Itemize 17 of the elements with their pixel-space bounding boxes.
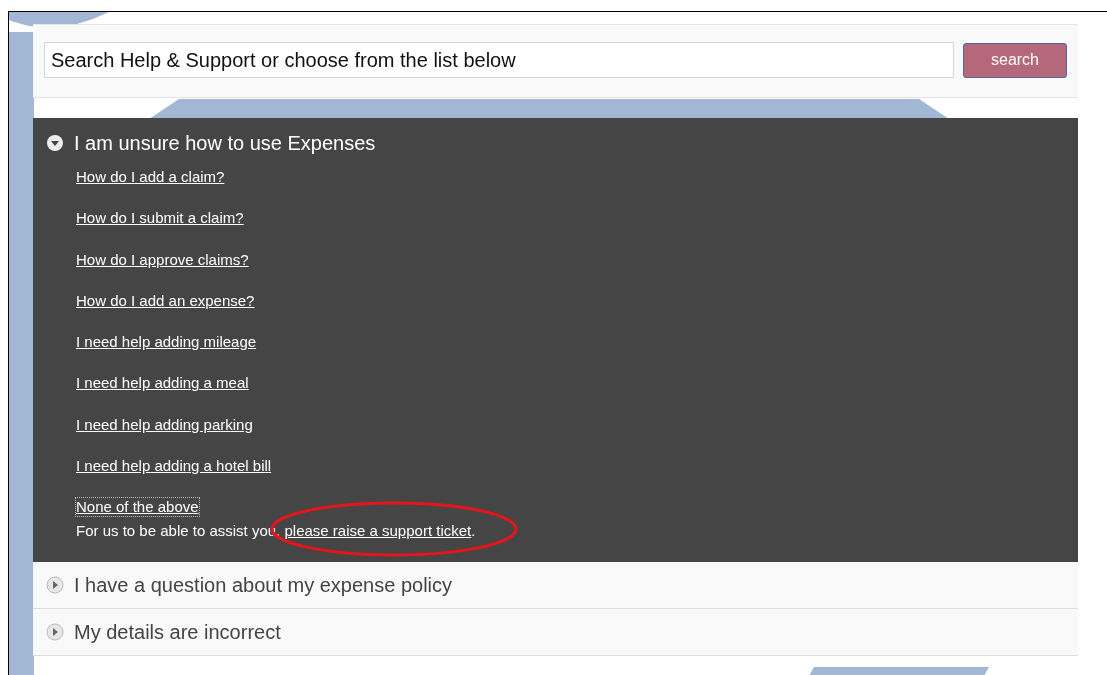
help-link[interactable]: I need help adding a meal: [76, 374, 249, 393]
collapse-icon[interactable]: [46, 134, 64, 152]
help-link[interactable]: I need help adding a hotel bill: [76, 457, 272, 476]
help-link[interactable]: How do I add an expense?: [76, 291, 255, 310]
help-link[interactable]: How do I submit a claim?: [76, 209, 244, 228]
search-field[interactable]: Search Help & Support or choose from the list below: [44, 42, 954, 78]
help-link[interactable]: How do I add a claim?: [76, 168, 225, 186]
help-link[interactable]: I need help adding parking: [76, 415, 253, 434]
section-title[interactable]: I have a question about my expense policy: [74, 573, 453, 597]
search-button[interactable]: search: [963, 42, 1067, 78]
expand-icon[interactable]: [46, 623, 64, 642]
help-link[interactable]: None of the above: [76, 498, 199, 517]
help-link[interactable]: How do I approve claims?: [76, 250, 249, 269]
help-link[interactable]: I need help adding mileage: [76, 333, 257, 352]
expand-icon[interactable]: [46, 576, 64, 595]
section-title[interactable]: My details are incorrect: [74, 620, 281, 644]
section-title[interactable]: I am unsure how to use Expenses: [74, 131, 376, 155]
